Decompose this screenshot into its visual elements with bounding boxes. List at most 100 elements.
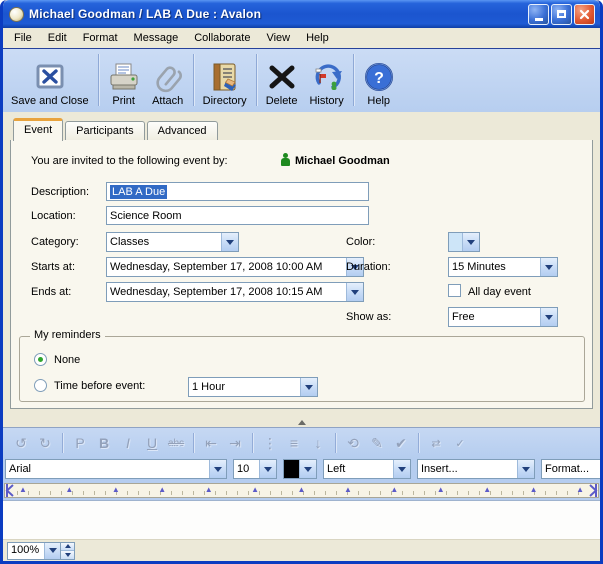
chevron-down-icon[interactable] bbox=[517, 460, 534, 478]
ruler-tab-stop-icon[interactable]: ▲ bbox=[483, 485, 491, 495]
toolbar-separator bbox=[353, 54, 354, 106]
italic-icon[interactable]: I bbox=[116, 435, 140, 451]
delete-button[interactable]: Delete bbox=[260, 52, 304, 110]
ruler-tab-stop-icon[interactable]: ▲ bbox=[112, 485, 120, 495]
zoom-spinner bbox=[60, 543, 74, 559]
ruler-tab-stop-icon[interactable]: ▲ bbox=[251, 485, 259, 495]
chevron-down-icon[interactable] bbox=[299, 460, 316, 478]
pen-icon[interactable]: ✎ bbox=[365, 435, 389, 452]
ruler-tab-stop-icon[interactable]: ▲ bbox=[19, 485, 27, 495]
chevron-down-icon[interactable] bbox=[259, 460, 276, 478]
strikethrough-icon[interactable]: abc bbox=[164, 438, 188, 449]
left-margin-marker[interactable] bbox=[5, 484, 15, 497]
menu-edit[interactable]: Edit bbox=[40, 30, 75, 46]
bulleted-list-icon[interactable]: ≡ bbox=[282, 435, 306, 451]
reminder-time-select[interactable]: 1 Hour bbox=[188, 377, 318, 397]
indent-icon[interactable]: ⇥ bbox=[223, 435, 247, 452]
insert-below-icon[interactable]: ↓ bbox=[306, 435, 330, 451]
format-value: Format... bbox=[542, 463, 600, 475]
ruler-tab-stop-icon[interactable]: ▲ bbox=[298, 485, 306, 495]
menu-help[interactable]: Help bbox=[298, 30, 337, 46]
directory-button[interactable]: Directory bbox=[197, 52, 253, 110]
menu-format[interactable]: Format bbox=[75, 30, 126, 46]
color-select[interactable] bbox=[448, 232, 480, 252]
message-body[interactable] bbox=[3, 500, 600, 539]
tab-participants[interactable]: Participants bbox=[65, 121, 144, 140]
history-button[interactable]: History bbox=[303, 52, 349, 110]
ends-at-label: Ends at: bbox=[31, 286, 71, 298]
menu-view[interactable]: View bbox=[258, 30, 298, 46]
ruler-tab-stop-icon[interactable]: ▲ bbox=[576, 485, 584, 495]
ruler[interactable]: ▲ ▲ ▲ ▲ ▲ ▲ ▲ ▲ ▲ ▲ ▲ ▲ ▲ bbox=[4, 483, 599, 498]
ruler-tab-stop-icon[interactable]: ▲ bbox=[205, 485, 213, 495]
starts-at-select[interactable]: Wednesday, September 17, 2008 10:00 AM bbox=[106, 257, 364, 277]
print-button[interactable]: Print bbox=[102, 52, 146, 110]
find-replace-icon[interactable]: ⇄ bbox=[424, 437, 448, 450]
location-input[interactable]: Science Room bbox=[106, 206, 369, 225]
tab-advanced[interactable]: Advanced bbox=[147, 121, 218, 140]
bold-icon[interactable]: B bbox=[92, 435, 116, 451]
chevron-down-icon[interactable] bbox=[393, 460, 410, 478]
spell-check-icon[interactable]: ✓ bbox=[448, 437, 472, 450]
chevron-down-icon[interactable] bbox=[209, 460, 226, 478]
ruler-tab-stop-icon[interactable]: ▲ bbox=[65, 485, 73, 495]
chevron-down-icon[interactable] bbox=[462, 233, 479, 251]
description-input[interactable]: LAB A Due bbox=[106, 182, 369, 201]
all-day-checkbox[interactable] bbox=[448, 284, 461, 297]
ruler-tab-stop-icon[interactable]: ▲ bbox=[390, 485, 398, 495]
chevron-down-icon[interactable] bbox=[44, 543, 60, 559]
ruler-tab-stop-icon[interactable]: ▲ bbox=[530, 485, 538, 495]
category-value: Classes bbox=[107, 236, 221, 248]
save-and-close-button[interactable]: Save and Close bbox=[5, 52, 95, 110]
category-label: Category: bbox=[31, 236, 79, 248]
ruler-tab-stop-icon[interactable]: ▲ bbox=[344, 485, 352, 495]
text-color-select[interactable] bbox=[283, 459, 317, 479]
spin-up-button[interactable] bbox=[61, 543, 74, 552]
font-size-select[interactable]: 10 bbox=[233, 459, 277, 479]
color-label: Color: bbox=[346, 236, 375, 248]
spin-down-button[interactable] bbox=[61, 551, 74, 559]
zoom-control[interactable]: 100% bbox=[7, 542, 75, 560]
chevron-down-icon[interactable] bbox=[540, 258, 557, 276]
help-button[interactable]: ? Help bbox=[357, 52, 401, 110]
format-select[interactable]: Format... bbox=[541, 459, 600, 479]
numbered-list-icon[interactable]: ⋮ bbox=[258, 435, 282, 452]
chevron-down-icon[interactable] bbox=[540, 308, 557, 326]
maximize-button[interactable] bbox=[551, 4, 572, 25]
show-as-select[interactable]: Free bbox=[448, 307, 558, 327]
insert-select[interactable]: Insert... bbox=[417, 459, 535, 479]
category-select[interactable]: Classes bbox=[106, 232, 239, 252]
reminder-none-radio[interactable] bbox=[34, 353, 47, 366]
font-select[interactable]: Arial bbox=[5, 459, 227, 479]
undo-icon[interactable]: ↺ bbox=[9, 435, 33, 452]
menu-file[interactable]: File bbox=[6, 30, 40, 46]
underline-icon[interactable]: U bbox=[140, 435, 164, 451]
close-button[interactable] bbox=[574, 4, 595, 25]
menu-message[interactable]: Message bbox=[126, 30, 187, 46]
right-margin-marker[interactable] bbox=[588, 484, 598, 497]
my-reminders-title: My reminders bbox=[30, 329, 105, 341]
close-icon bbox=[579, 9, 590, 20]
duration-select[interactable]: 15 Minutes bbox=[448, 257, 558, 277]
signature-icon[interactable]: ✔ bbox=[389, 435, 413, 452]
pane-splitter[interactable] bbox=[3, 415, 600, 428]
rotate-icon[interactable]: ⟲ bbox=[341, 435, 365, 452]
minimize-button[interactable] bbox=[528, 4, 549, 25]
attach-button[interactable]: Attach bbox=[146, 52, 190, 110]
ruler-tab-stop-icon[interactable]: ▲ bbox=[158, 485, 166, 495]
ends-at-select[interactable]: Wednesday, September 17, 2008 10:15 AM bbox=[106, 282, 364, 302]
ruler-tab-stop-icon[interactable]: ▲ bbox=[437, 485, 445, 495]
chevron-down-icon[interactable] bbox=[221, 233, 238, 251]
title-bar[interactable]: Michael Goodman / LAB A Due : Avalon bbox=[3, 0, 600, 28]
reminder-time-radio[interactable] bbox=[34, 379, 47, 392]
chevron-down-icon[interactable] bbox=[346, 283, 363, 301]
toolbar-separator bbox=[418, 433, 419, 453]
tab-event[interactable]: Event bbox=[13, 118, 63, 141]
description-label: Description: bbox=[31, 186, 89, 198]
redo-icon[interactable]: ↻ bbox=[33, 435, 57, 452]
outdent-icon[interactable]: ⇤ bbox=[199, 435, 223, 452]
align-select[interactable]: Left bbox=[323, 459, 411, 479]
menu-collaborate[interactable]: Collaborate bbox=[186, 30, 258, 46]
plain-text-icon[interactable]: P bbox=[68, 435, 92, 451]
chevron-down-icon[interactable] bbox=[300, 378, 317, 396]
